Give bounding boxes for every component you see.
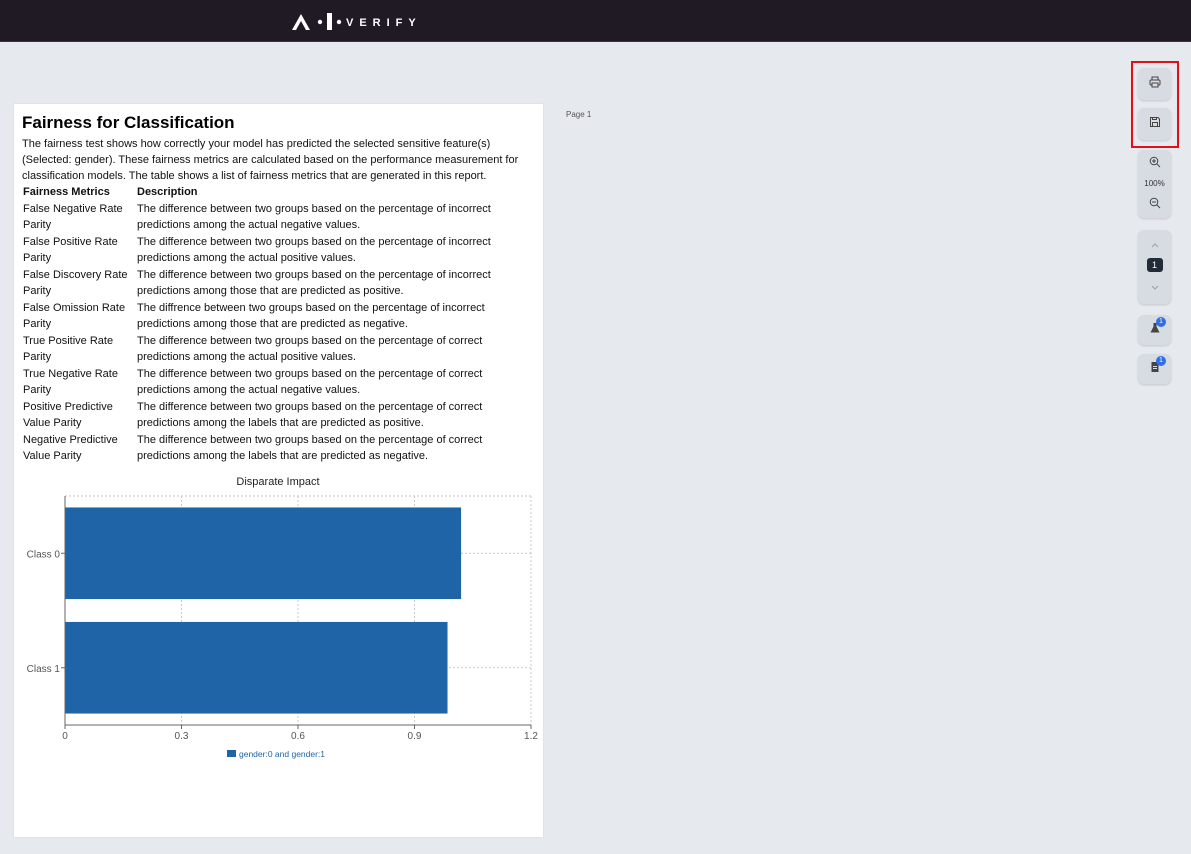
legend-label: gender:0 and gender:1 (239, 749, 325, 759)
zoom-out-icon (1149, 196, 1161, 214)
metric-name: False Positive Rate Parity (23, 236, 118, 264)
table-row: False Discovery Rate Parity The differen… (22, 267, 516, 300)
zoom-in-icon (1149, 155, 1161, 173)
table-row: Positive Predictive Value Parity The dif… (22, 399, 516, 432)
report-intro: The fairness test shows how correctly yo… (22, 138, 519, 182)
metric-name: Negative Predictive Value Parity (23, 434, 118, 462)
previous-page-button[interactable] (1138, 230, 1171, 258)
metric-description: The difference between two groups based … (137, 236, 491, 264)
notification-badge: 1 (1156, 317, 1166, 327)
highlight-box (1131, 61, 1179, 148)
chart-title: Disparate Impact (236, 476, 319, 488)
report-title: Fairness for Classification (22, 113, 235, 132)
report-info-group: 1 (1138, 354, 1171, 384)
x-tick-label: 0.9 (408, 731, 422, 742)
y-tick-label: Class 0 (27, 549, 61, 560)
x-tick-label: 0.6 (291, 731, 305, 742)
metric-description: The difference between two groups based … (137, 335, 483, 363)
metric-description: The difference between two groups based … (137, 203, 491, 231)
table-row: True Negative Rate Parity The difference… (22, 366, 516, 399)
table-row: Negative Predictive Value Parity The dif… (22, 432, 516, 465)
report-page: Fairness for Classification The fairness… (14, 104, 543, 837)
metric-name: False Discovery Rate Parity (23, 269, 128, 297)
y-tick-label: Class 1 (27, 664, 61, 675)
chevron-up-icon (1150, 235, 1160, 253)
disparate-impact-chart: Disparate Impact Class 0 Class 1 0 0.3 0.6 0.9… (14, 472, 543, 772)
x-tick-label: 1.2 (524, 731, 538, 742)
test-results-group: 1 (1138, 315, 1171, 345)
column-header-metric: Fairness Metrics (23, 186, 110, 198)
bar-class-0 (65, 507, 462, 600)
table-header-row: Fairness Metrics Description (22, 184, 516, 201)
metric-name: False Omission Rate Parity (23, 302, 126, 330)
svg-text:VERIFY: VERIFY (346, 17, 422, 29)
zoom-controls: 100% (1138, 150, 1171, 218)
metric-name: Positive Predictive Value Parity (23, 401, 113, 429)
metric-name: True Negative Rate Parity (23, 368, 118, 396)
top-bar: VERIFY (0, 0, 1191, 42)
metric-description: The difference between two groups based … (137, 434, 483, 462)
chart-canvas: Disparate Impact Class 0 Class 1 0 0.3 0.6 0.9… (27, 476, 539, 759)
report-info-button[interactable]: 1 (1138, 354, 1171, 384)
bar-class-1 (65, 621, 448, 714)
metric-name: True Positive Rate Parity (23, 335, 114, 363)
zoom-out-button[interactable] (1138, 191, 1171, 218)
legend-swatch (227, 750, 236, 757)
page-navigation: 1 (1138, 230, 1171, 304)
zoom-level: 100% (1144, 179, 1165, 188)
current-page-indicator: 1 (1146, 258, 1163, 272)
x-tick-label: 0 (62, 731, 68, 742)
column-header-description: Description (137, 186, 198, 198)
table-row: False Omission Rate Parity The diffrence… (22, 300, 516, 333)
notification-badge: 1 (1156, 356, 1166, 366)
metric-description: The difference between two groups based … (137, 368, 483, 396)
metric-name: False Negative Rate Parity (23, 203, 123, 231)
x-tick-label: 0.3 (175, 731, 189, 742)
table-row: False Positive Rate Parity The differenc… (22, 234, 516, 267)
next-page-button[interactable] (1138, 272, 1171, 302)
metric-description: The diffrence between two groups based o… (137, 302, 485, 330)
test-results-button[interactable]: 1 (1138, 315, 1171, 345)
zoom-in-button[interactable] (1138, 150, 1171, 177)
page-number-label: Page 1 (566, 110, 592, 119)
metric-description: The difference between two groups based … (137, 401, 483, 429)
chevron-down-icon (1150, 278, 1160, 296)
metric-description: The difference between two groups based … (137, 269, 491, 297)
fairness-metrics-table: Fairness Metrics Description False Negat… (22, 184, 516, 465)
aiverify-logo[interactable]: VERIFY (290, 10, 440, 32)
table-row: False Negative Rate Parity The differenc… (22, 201, 516, 234)
table-row: True Positive Rate Parity The difference… (22, 333, 516, 366)
